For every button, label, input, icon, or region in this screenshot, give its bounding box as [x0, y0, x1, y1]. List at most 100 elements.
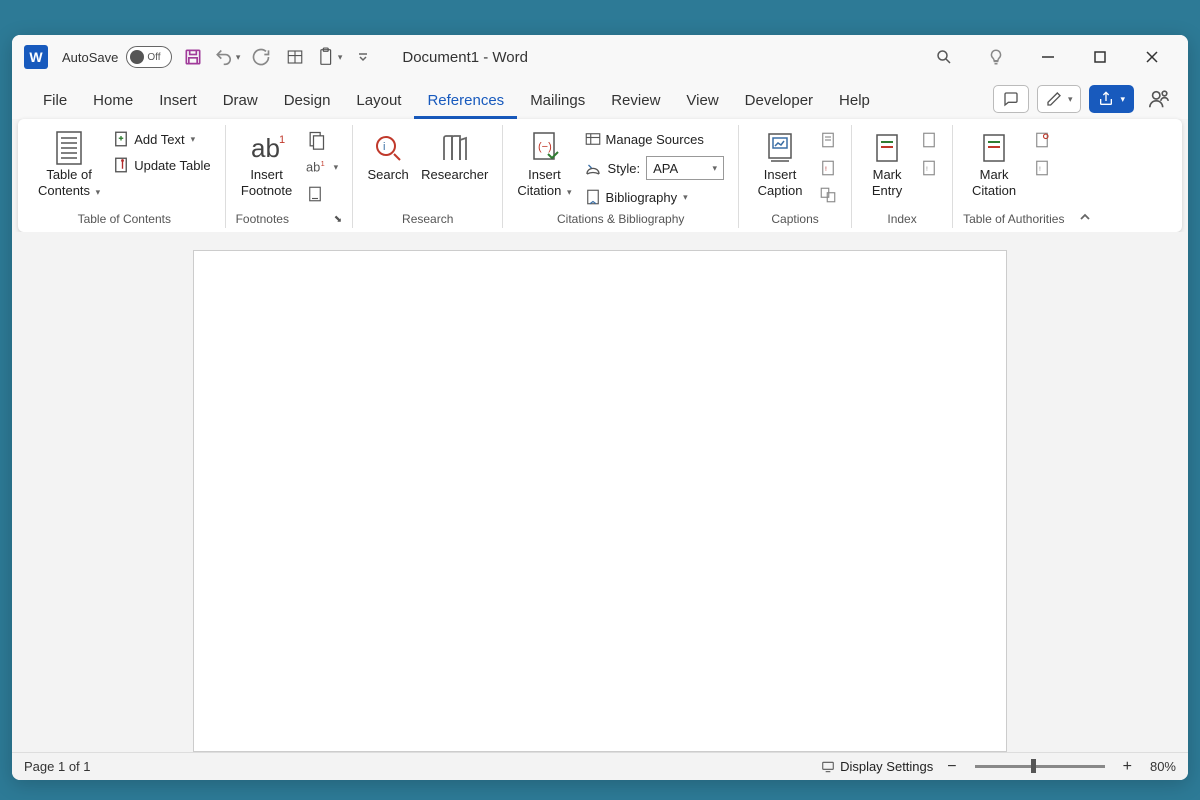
table-quick-button[interactable]: [282, 44, 308, 70]
search-label: Search: [368, 167, 409, 183]
next-footnote-button[interactable]: ab1▾: [302, 155, 343, 179]
tab-mailings[interactable]: Mailings: [517, 84, 598, 119]
tab-design[interactable]: Design: [271, 84, 344, 119]
minimize-button[interactable]: [1034, 43, 1062, 71]
account-button[interactable]: [1148, 88, 1170, 110]
researcher-label: Researcher: [421, 167, 488, 183]
page-info[interactable]: Page 1 of 1: [24, 759, 91, 774]
group-citations: (−) Insert Citation ▾ Manage Sources Sty…: [503, 125, 739, 228]
insert-index-button[interactable]: [916, 127, 942, 153]
tab-home[interactable]: Home: [80, 84, 146, 119]
bibliography-label: Bibliography: [606, 190, 678, 205]
zoom-slider[interactable]: [975, 765, 1105, 768]
display-settings-label: Display Settings: [840, 759, 933, 774]
style-dropdown[interactable]: APA▾: [646, 156, 724, 180]
group-label-footnotes: Footnotes: [236, 212, 289, 226]
svg-text:1: 1: [279, 134, 285, 146]
collapse-ribbon-button[interactable]: [1074, 206, 1096, 228]
titlebar: W AutoSave Off ▾ ▾ Document1 - Word: [12, 35, 1188, 79]
tab-layout[interactable]: Layout: [343, 84, 414, 119]
mark-citation-button[interactable]: Mark Citation: [963, 127, 1025, 202]
toggle-knob-icon: [130, 50, 144, 64]
svg-text:!: !: [825, 166, 827, 173]
cross-reference-button[interactable]: [815, 183, 841, 207]
insert-endnote-button[interactable]: [302, 127, 343, 153]
style-selector[interactable]: Style: APA▾: [580, 153, 729, 183]
zoom-thumb[interactable]: [1031, 759, 1036, 773]
search-button-ribbon[interactable]: i Search: [363, 127, 413, 185]
insert-authorities-icon: [1033, 130, 1051, 150]
display-settings-button[interactable]: Display Settings: [816, 756, 937, 777]
tab-review[interactable]: Review: [598, 84, 673, 119]
zoom-in-button[interactable]: +: [1123, 758, 1132, 776]
update-figures-button[interactable]: !: [815, 155, 841, 181]
search-button[interactable]: [930, 43, 958, 71]
editing-mode-button[interactable]: ▾: [1037, 85, 1082, 113]
insert-citation-button[interactable]: (−) Insert Citation ▾: [513, 127, 575, 202]
group-table-of-contents: Table of Contents ▾ Add Text▾ Update Tab…: [24, 125, 226, 228]
document-title: Document1 - Word: [402, 49, 528, 66]
maximize-button[interactable]: [1086, 43, 1114, 71]
close-button[interactable]: [1138, 43, 1166, 71]
update-authorities-button[interactable]: !: [1029, 155, 1055, 181]
bibliography-button[interactable]: Bibliography▾: [580, 185, 729, 209]
word-window: W AutoSave Off ▾ ▾ Document1 - Word: [12, 35, 1188, 780]
redo-button[interactable]: [248, 44, 274, 70]
insert-authorities-button[interactable]: [1029, 127, 1055, 153]
group-index: Mark Entry ! Index: [852, 125, 953, 228]
add-text-button[interactable]: Add Text▾: [108, 127, 214, 151]
insert-caption-label: Insert Caption: [758, 167, 803, 200]
tab-references[interactable]: References: [414, 84, 517, 119]
svg-text:i: i: [383, 141, 385, 153]
update-authorities-icon: !: [1033, 158, 1051, 178]
zoom-level[interactable]: 80%: [1150, 759, 1176, 774]
tab-draw[interactable]: Draw: [210, 84, 271, 119]
insert-footnote-button[interactable]: ab1 Insert Footnote: [236, 127, 298, 202]
zoom-out-button[interactable]: −: [947, 758, 956, 776]
document-canvas[interactable]: [12, 232, 1188, 752]
update-index-button[interactable]: !: [916, 155, 942, 181]
save-button[interactable]: [180, 44, 206, 70]
autosave-label: AutoSave: [62, 50, 118, 65]
undo-button[interactable]: ▾: [214, 44, 240, 70]
update-table-button[interactable]: Update Table: [108, 153, 214, 177]
insert-table-of-figures-button[interactable]: [815, 127, 841, 153]
style-icon: [584, 159, 602, 177]
manage-sources-button[interactable]: Manage Sources: [580, 127, 729, 151]
group-label-index: Index: [862, 209, 942, 228]
table-of-contents-button[interactable]: Table of Contents ▾: [34, 127, 104, 202]
show-notes-button[interactable]: [302, 181, 343, 207]
paste-quick-button[interactable]: ▾: [316, 44, 342, 70]
group-label-research: Research: [363, 209, 492, 228]
mark-citation-icon: [974, 129, 1014, 167]
tab-help[interactable]: Help: [826, 84, 883, 119]
group-label-toc: Table of Contents: [34, 209, 215, 228]
svg-text:ab: ab: [306, 160, 320, 175]
tab-view[interactable]: View: [673, 84, 731, 119]
autosave-toggle[interactable]: Off: [126, 46, 172, 68]
comments-button[interactable]: [993, 85, 1029, 113]
next-footnote-icon: ab1: [306, 158, 328, 176]
insert-caption-button[interactable]: Insert Caption: [749, 127, 811, 202]
insert-citation-icon: (−): [524, 129, 564, 167]
word-logo-icon: W: [24, 45, 48, 69]
tab-insert[interactable]: Insert: [146, 84, 210, 119]
ribbon: Table of Contents ▾ Add Text▾ Update Tab…: [18, 119, 1182, 232]
mark-entry-icon: [867, 129, 907, 167]
footnotes-launcher[interactable]: ⬊: [334, 214, 342, 225]
tab-developer[interactable]: Developer: [732, 84, 826, 119]
bibliography-icon: [584, 188, 602, 206]
mark-entry-button[interactable]: Mark Entry: [862, 127, 912, 202]
researcher-button[interactable]: Researcher: [417, 127, 492, 185]
page[interactable]: [193, 250, 1007, 752]
endnote-icon: [306, 130, 326, 150]
cross-ref-icon: [819, 186, 837, 204]
autosave-state: Off: [147, 52, 160, 63]
tips-button[interactable]: [982, 43, 1010, 71]
group-label-authorities: Table of Authorities: [963, 209, 1064, 228]
qat-customize-button[interactable]: [350, 44, 376, 70]
insert-index-icon: [920, 130, 938, 150]
mark-citation-label: Mark Citation: [972, 167, 1016, 200]
tab-file[interactable]: File: [30, 84, 80, 119]
share-button[interactable]: ▾: [1089, 85, 1134, 113]
